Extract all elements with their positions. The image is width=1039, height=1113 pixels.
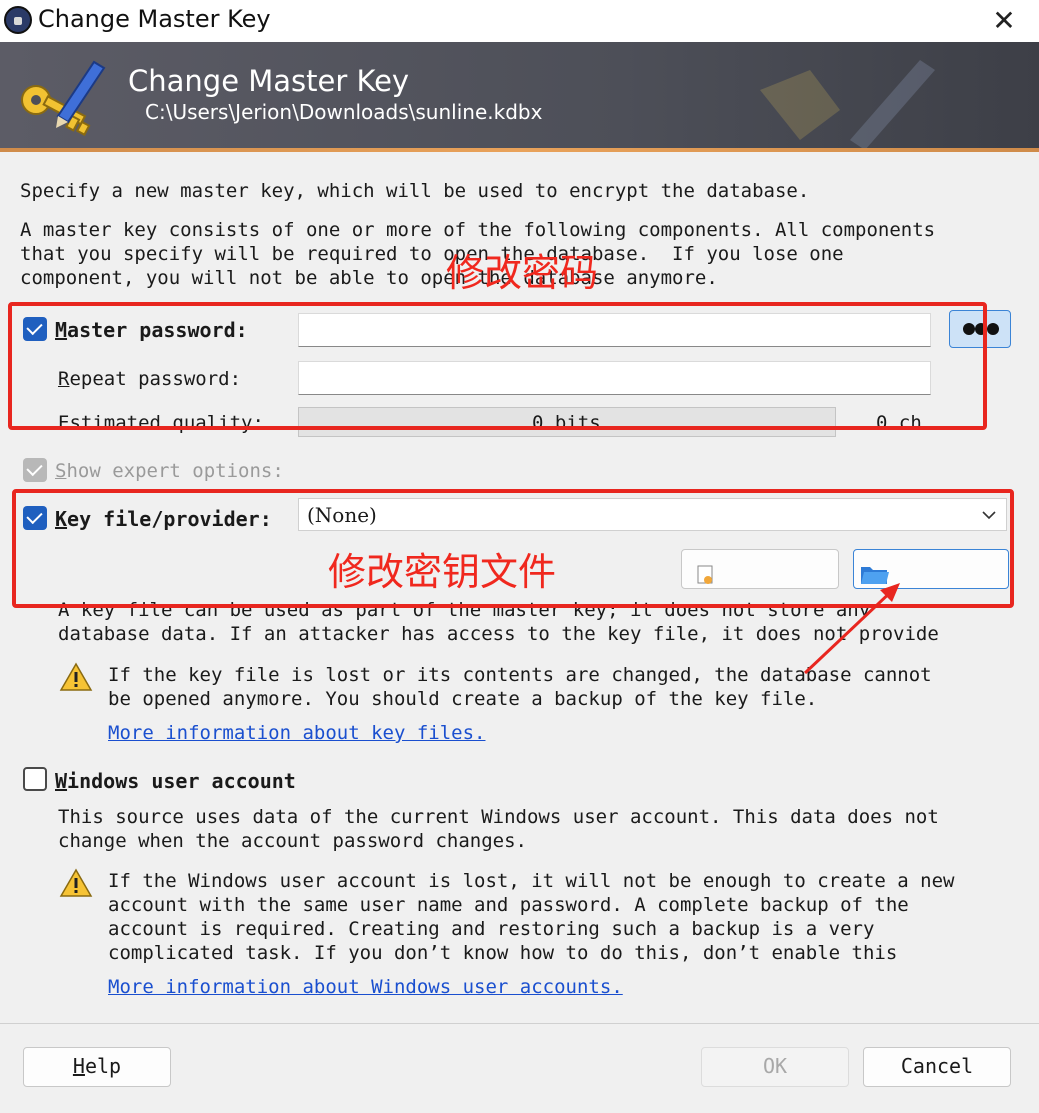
windows-account-warning-1: If the Windows user account is lost, it … bbox=[108, 870, 955, 892]
intro-text-3: that you specify will be required to ope… bbox=[20, 243, 844, 265]
windows-account-desc-2: change when the account password changes… bbox=[58, 830, 527, 852]
banner-title: Change Master Key bbox=[128, 64, 410, 98]
intro-text-1: Specify a new master key, which will be … bbox=[20, 180, 810, 202]
windows-account-warning-2: account with the same user name and pass… bbox=[108, 894, 909, 916]
key-file-info-link[interactable]: More information about key files. bbox=[108, 722, 486, 744]
banner-watermark-icon bbox=[760, 60, 935, 150]
help-button[interactable]: Help bbox=[23, 1047, 171, 1087]
windows-account-warning-4: complicated task. If you don’t know how … bbox=[108, 942, 898, 964]
footer-divider bbox=[0, 1023, 1039, 1024]
key-pen-icon bbox=[21, 60, 106, 136]
password-annotation: 修改密码 bbox=[446, 251, 599, 295]
annotation-arrow-icon bbox=[803, 583, 900, 675]
close-button[interactable]: ✕ bbox=[984, 4, 1024, 38]
key-file-warning-2: be opened anymore. You should create a b… bbox=[108, 688, 818, 710]
banner-stripe bbox=[0, 148, 1039, 152]
keyfile-annotation: 修改密钥文件 bbox=[328, 550, 557, 594]
window-title: Change Master Key bbox=[38, 5, 271, 33]
expert-options-checkbox[interactable] bbox=[23, 458, 47, 482]
keepass-lock-icon bbox=[4, 6, 32, 34]
ok-button[interactable]: OK bbox=[701, 1047, 849, 1087]
windows-account-label: Windows user account bbox=[55, 769, 296, 793]
windows-account-info-link[interactable]: More information about Windows user acco… bbox=[108, 976, 623, 998]
warning-icon bbox=[59, 662, 93, 691]
database-path: C:\Users\Jerion\Downloads\sunline.kdbx bbox=[145, 100, 543, 124]
windows-account-desc-1: This source uses data of the current Win… bbox=[58, 806, 939, 828]
windows-account-warning-3: account is required. Creating and restor… bbox=[108, 918, 875, 940]
password-highlight-box bbox=[8, 302, 987, 430]
warning-icon bbox=[59, 868, 93, 897]
intro-text-4: component, you will not be able to open … bbox=[20, 267, 718, 289]
cancel-button[interactable]: Cancel bbox=[863, 1047, 1011, 1087]
expert-options-label: Show expert options: bbox=[55, 460, 284, 482]
intro-text-2: A master key consists of one or more of … bbox=[20, 219, 936, 241]
windows-account-checkbox[interactable] bbox=[23, 767, 47, 791]
